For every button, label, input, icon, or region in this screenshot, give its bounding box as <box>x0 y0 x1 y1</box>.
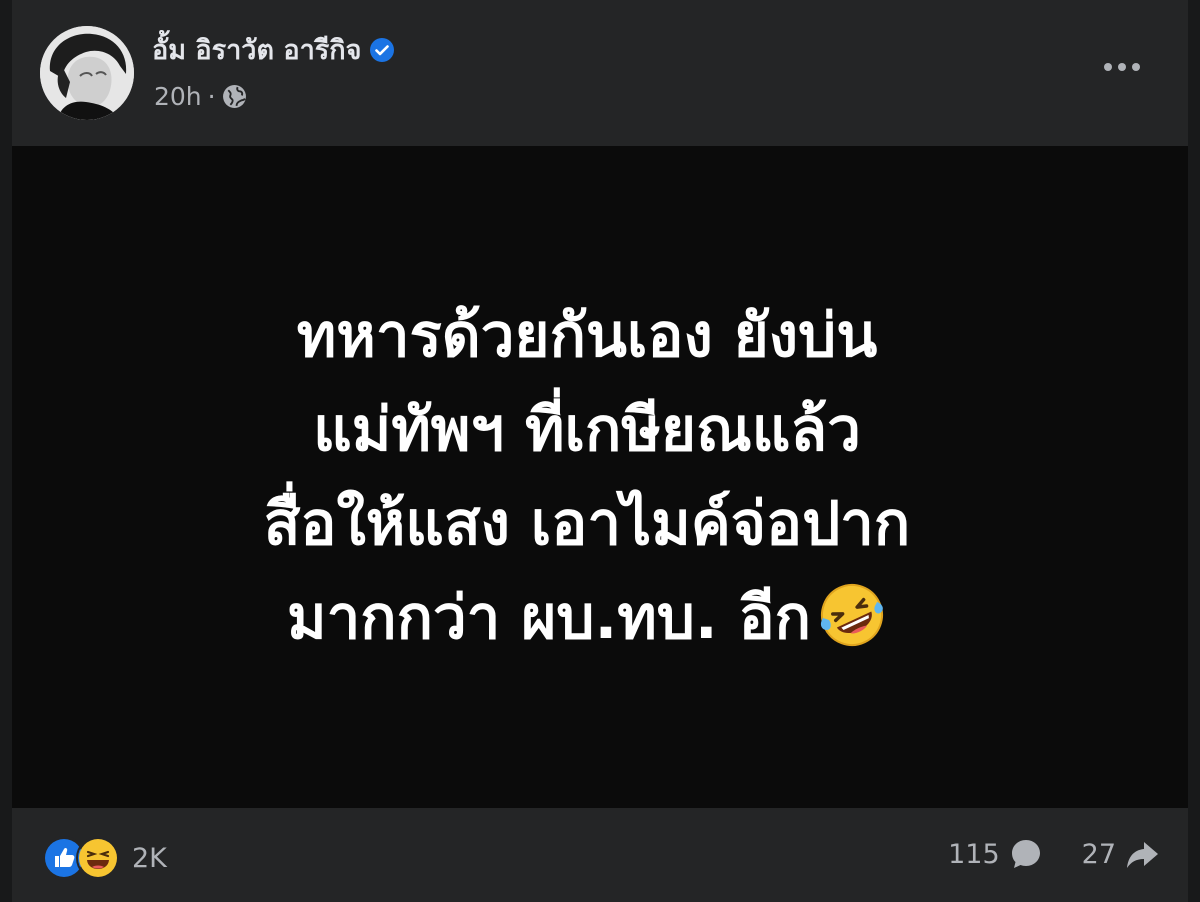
post-text-line-4: มากกว่า ผบ.ทบ. อีก <box>287 583 811 653</box>
post-content: ทหารด้วยกันเอง ยังบ่น แม่ทัพฯ ที่เกษียณแ… <box>12 146 1188 808</box>
globe-icon <box>222 84 247 109</box>
more-dots-icon <box>1104 63 1140 71</box>
comments-count-button[interactable]: 115 <box>948 836 1044 872</box>
reactions-summary[interactable]: 2K <box>42 836 167 880</box>
post-meta: 20h · <box>154 82 247 111</box>
post-text-line-2: แม่ทัพฯ ที่เกษียณแล้ว <box>313 395 861 465</box>
post-text-line-1: ทหารด้วยกันเอง ยังบ่น <box>296 301 878 371</box>
post-text: ทหารด้วยกันเอง ยังบ่น แม่ทัพฯ ที่เกษียณแ… <box>264 289 910 665</box>
rolling-on-floor-laughing-emoji-icon <box>817 580 887 650</box>
more-options-button[interactable] <box>1100 52 1144 82</box>
post-text-line-4-wrap: มากกว่า ผบ.ทบ. อีก <box>264 571 910 665</box>
comment-count: 115 <box>948 838 1000 870</box>
post-text-line-3: สื่อให้แสง เอาไมค์จ่อปาก <box>263 489 911 559</box>
avatar[interactable] <box>40 26 134 120</box>
post-timestamp[interactable]: 20h <box>154 82 202 111</box>
comment-icon <box>1008 836 1044 872</box>
post-header: อั้ม อิราวัต อารีกิจ 20h · <box>12 0 1188 146</box>
share-icon <box>1124 836 1160 872</box>
author-name[interactable]: อั้ม อิราวัต อารีกิจ <box>152 28 361 71</box>
author-row: อั้ม อิราวัต อารีกิจ <box>152 28 395 71</box>
post-footer: 2K 115 27 <box>12 808 1188 902</box>
shares-count-button[interactable]: 27 <box>1082 836 1160 872</box>
post-stats: 115 27 <box>948 836 1160 872</box>
verified-badge-icon <box>369 37 395 63</box>
meta-separator: · <box>207 82 216 111</box>
haha-icon <box>76 836 120 880</box>
post-card: อั้ม อิราวัต อารีกิจ 20h · ทหารด้วยกันเอ… <box>12 0 1188 902</box>
share-count: 27 <box>1081 838 1116 870</box>
reaction-count: 2K <box>132 842 167 874</box>
